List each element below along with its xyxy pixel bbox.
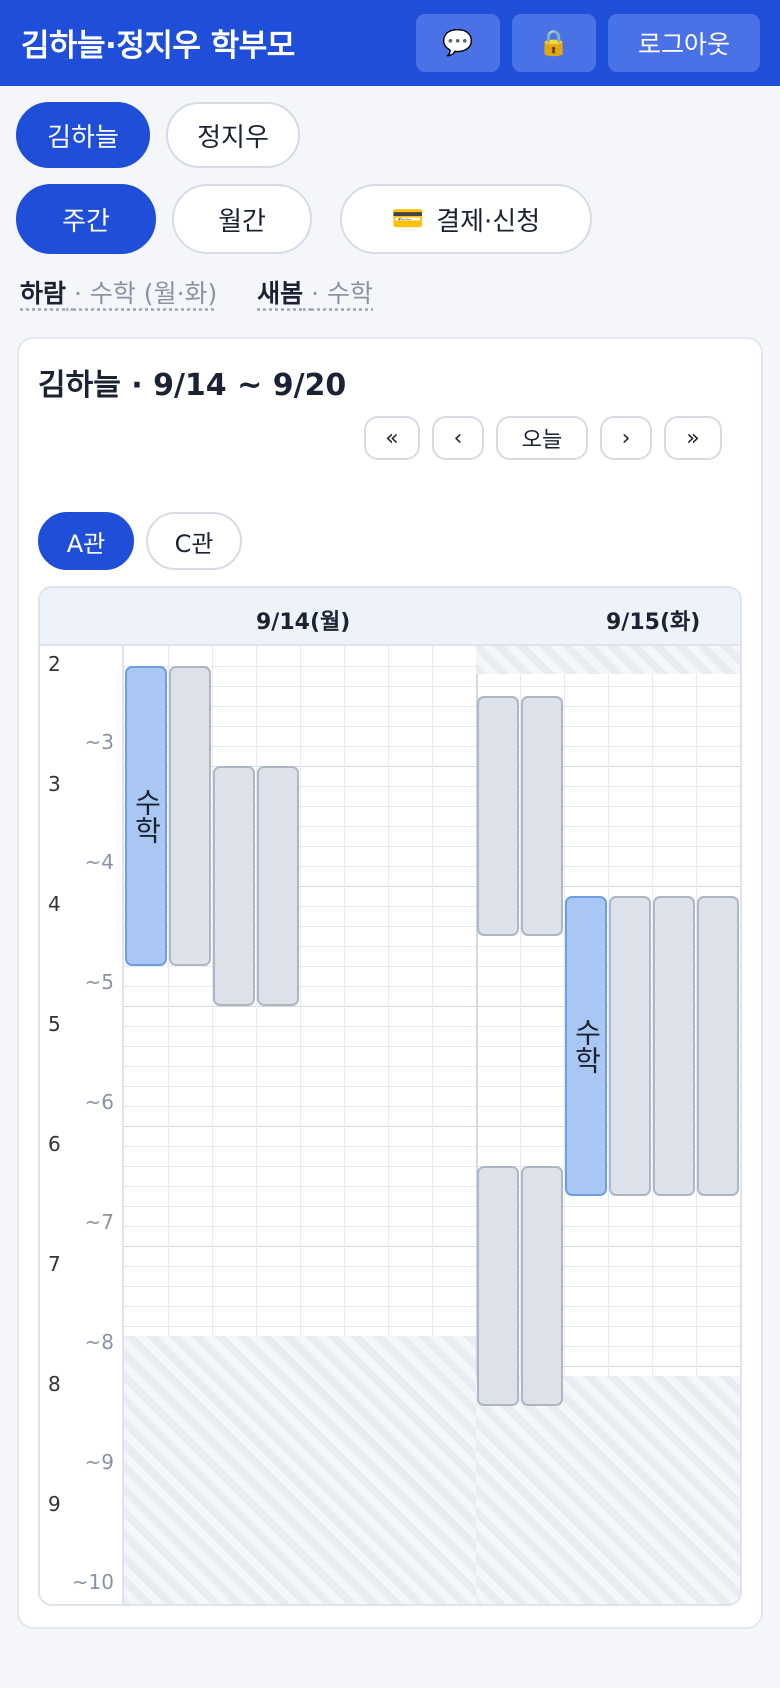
- credit-card-icon: 💳: [391, 204, 425, 234]
- day-header-mon: 9/14(월): [256, 610, 351, 635]
- class-block-label: 수학: [130, 788, 163, 844]
- busy-block: [697, 896, 739, 1196]
- hour-label: 7: [48, 1252, 61, 1276]
- busy-block: [521, 696, 563, 936]
- class-block-label: 수학: [570, 1018, 603, 1074]
- half-hour-label: ~6: [84, 1090, 114, 1114]
- timetable-header: 9/14(월) 9/15(화): [40, 588, 740, 646]
- hour-label: 8: [48, 1372, 61, 1396]
- timetable-grid: 9/14(월) 9/15(화) 2 ~3 3 ~4 4 ~5 5 ~6 6 ~7…: [38, 586, 742, 1606]
- schedule-title: 김하늘 · 9/14 ~ 9/20: [38, 368, 347, 403]
- lock-button[interactable]: 🔒: [512, 14, 596, 72]
- half-hour-label: ~9: [84, 1450, 114, 1474]
- first-week-button[interactable]: «: [364, 416, 420, 460]
- logout-button[interactable]: 로그아웃: [608, 14, 760, 72]
- grid-line: [124, 746, 740, 747]
- class-block-math-mon[interactable]: 수학: [125, 666, 167, 966]
- lock-icon: 🔒: [538, 28, 570, 57]
- app-title: 김하늘·정지우 학부모: [21, 28, 295, 64]
- half-hour-label: ~8: [84, 1330, 114, 1354]
- half-hour-label: ~10: [71, 1570, 114, 1594]
- last-week-button[interactable]: »: [664, 416, 722, 460]
- grid-line: [124, 1326, 740, 1327]
- busy-block: [169, 666, 211, 966]
- busy-block: [477, 696, 519, 936]
- grid-line: [124, 1266, 740, 1267]
- grid-line: [124, 1206, 740, 1207]
- legend-item-saebom[interactable]: 새봄 · 수학: [257, 279, 373, 308]
- chat-button[interactable]: 💬: [416, 14, 500, 72]
- timetable-body: 수학 수학: [124, 646, 740, 1604]
- busy-block: [477, 1166, 519, 1406]
- legend-item-haram[interactable]: 하람 · 수학 (월·화): [20, 279, 217, 308]
- day-header-tue: 9/15(화): [606, 610, 701, 635]
- monthly-view-button[interactable]: 월간: [172, 184, 312, 254]
- hour-label: 5: [48, 1012, 61, 1036]
- class-block-math-tue[interactable]: 수학: [565, 896, 607, 1196]
- half-hour-label: ~3: [84, 730, 114, 754]
- child-tab-kim-haneul[interactable]: 김하늘: [16, 102, 150, 168]
- next-week-button[interactable]: ›: [600, 416, 652, 460]
- busy-block: [609, 896, 651, 1196]
- grid-line: [124, 726, 740, 727]
- hour-label: 3: [48, 772, 61, 796]
- chat-bubble-icon: 💬: [442, 28, 474, 57]
- busy-block: [521, 1166, 563, 1406]
- unavailable-slot: [476, 646, 740, 674]
- hour-label: 2: [48, 652, 61, 676]
- hour-label: 4: [48, 892, 61, 916]
- busy-block: [213, 766, 255, 1006]
- unavailable-slot: [124, 1336, 476, 1604]
- payment-apply-label: 결제·신청: [436, 206, 541, 237]
- grid-line: [124, 706, 740, 707]
- time-column: 2 ~3 3 ~4 4 ~5 5 ~6 6 ~7 7 ~8 8 ~9 9 ~10: [40, 646, 124, 1604]
- unavailable-slot: [476, 1376, 740, 1604]
- teacher-legend: 하람 · 수학 (월·화) 새봄 · 수학: [20, 274, 373, 310]
- grid-line: [124, 1226, 740, 1227]
- today-button[interactable]: 오늘: [496, 416, 588, 460]
- grid-line: [124, 1306, 740, 1307]
- busy-block: [653, 896, 695, 1196]
- payment-apply-button[interactable]: 💳 결제·신청: [340, 184, 592, 254]
- grid-line: [124, 1286, 740, 1287]
- weekly-view-button[interactable]: 주간: [16, 184, 156, 254]
- half-hour-label: ~7: [84, 1210, 114, 1234]
- child-tab-jung-jiwoo[interactable]: 정지우: [166, 102, 300, 168]
- prev-week-button[interactable]: ‹: [432, 416, 484, 460]
- hour-label: 9: [48, 1492, 61, 1516]
- grid-line: [124, 686, 740, 687]
- busy-block: [257, 766, 299, 1006]
- branch-tab-a[interactable]: A관: [38, 512, 134, 570]
- half-hour-label: ~4: [84, 850, 114, 874]
- grid-line: [124, 1246, 740, 1247]
- branch-tab-c[interactable]: C관: [146, 512, 242, 570]
- half-hour-label: ~5: [84, 970, 114, 994]
- hour-label: 6: [48, 1132, 61, 1156]
